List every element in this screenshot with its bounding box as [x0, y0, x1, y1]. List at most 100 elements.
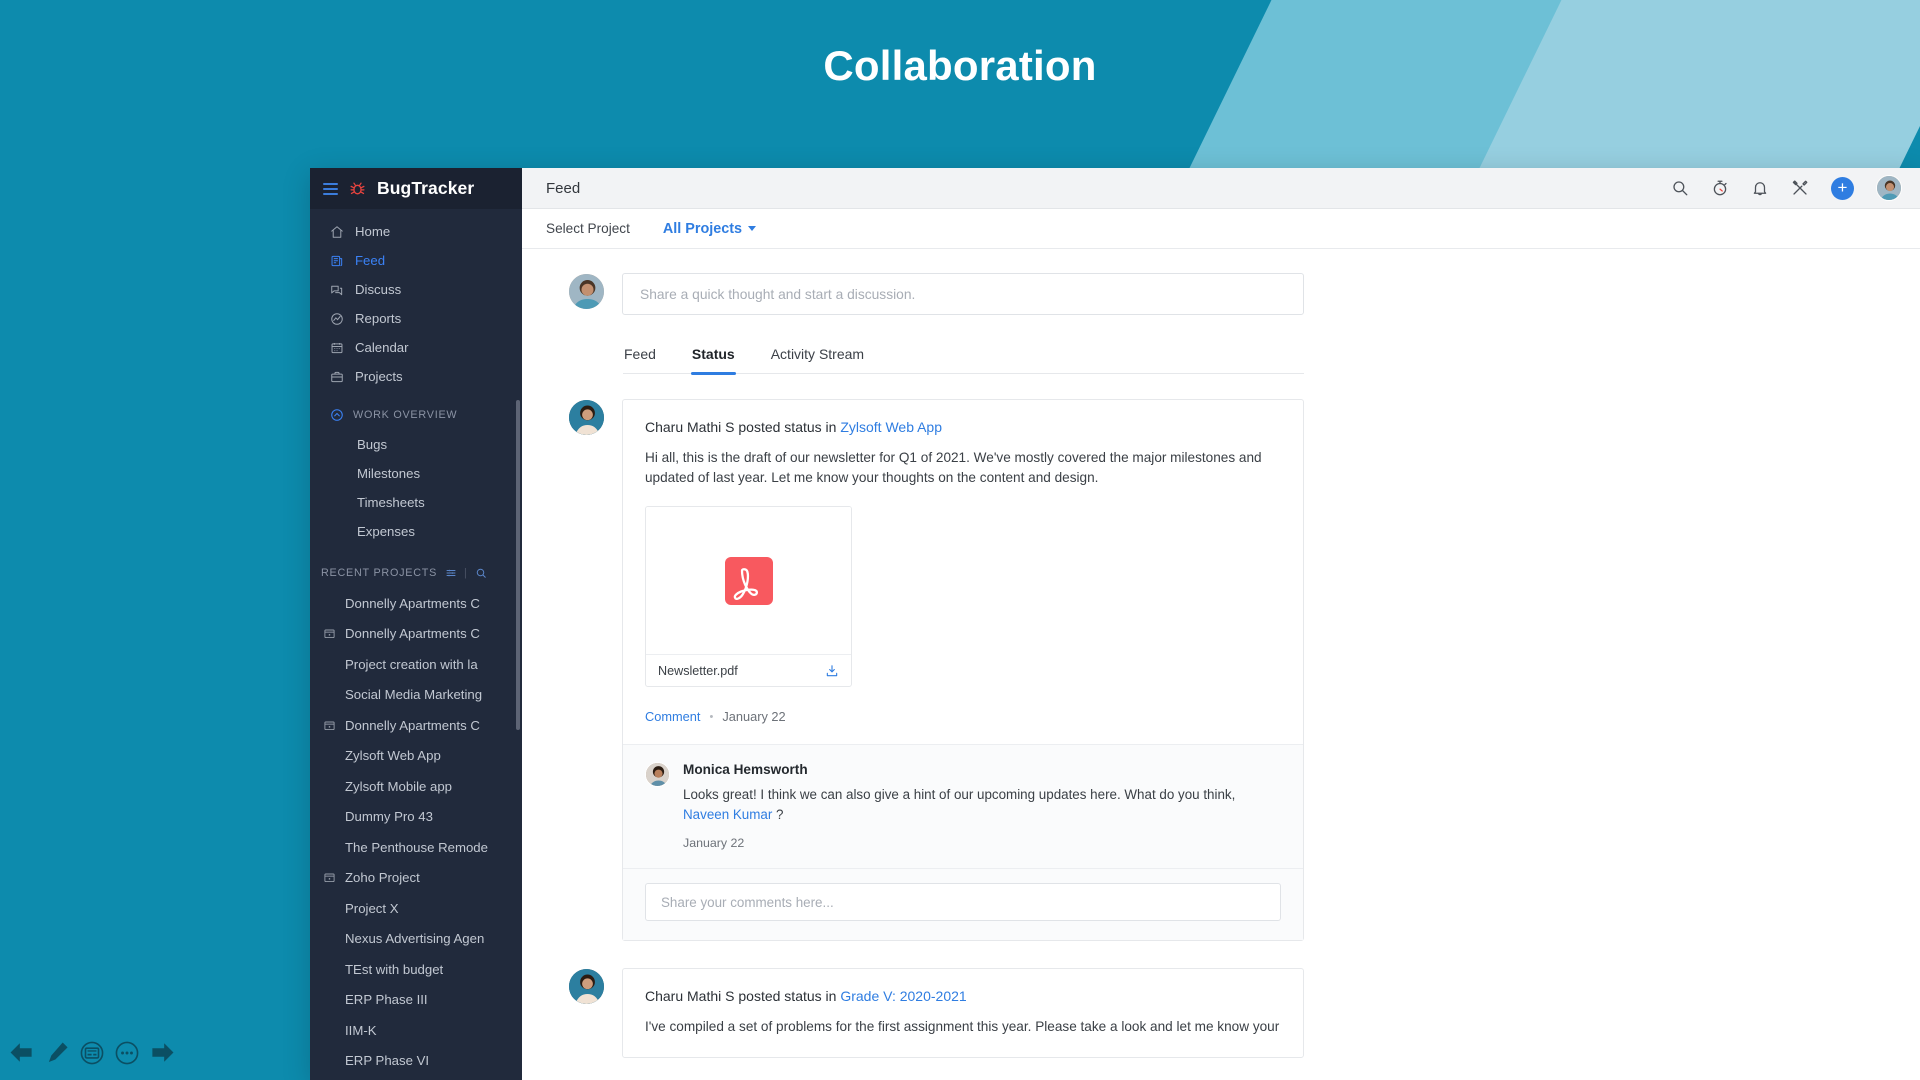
sidebar-item-timesheets[interactable]: Timesheets: [310, 488, 522, 517]
sidebar-item-milestones[interactable]: Milestones: [310, 459, 522, 488]
sidebar-item-reports[interactable]: Reports: [310, 304, 522, 333]
comment-input[interactable]: Share your comments here...: [645, 883, 1281, 922]
sidebar-project-item[interactable]: Donnelly Apartments C: [310, 710, 522, 741]
sidebar-project-item[interactable]: ERP Phase VI: [310, 1046, 522, 1077]
sidebar-project-item[interactable]: TEst with budget: [310, 954, 522, 985]
sidebar-scrollbar[interactable]: [516, 400, 520, 730]
calendar-icon: [330, 341, 344, 355]
sidebar-project-item[interactable]: Nexus Advertising Agen: [310, 924, 522, 955]
post-body: Charu Mathi S posted status in Zylsoft W…: [623, 400, 1303, 744]
arrow-right-icon[interactable]: [149, 1039, 176, 1066]
project-label: ERP Phase VI: [345, 1053, 430, 1069]
sidebar-project-item[interactable]: ERP Phase III: [310, 985, 522, 1016]
sidebar-brand: BugTracker: [310, 168, 522, 209]
bottom-toolbar: [8, 1039, 176, 1066]
project-label: Donnelly Apartments C: [345, 626, 480, 642]
feed-tabs: Feed Status Activity Stream: [623, 346, 1304, 375]
project-label: ERP Phase III: [345, 992, 428, 1008]
sidebar-project-item[interactable]: Zylsoft Mobile app: [310, 771, 522, 802]
post-project-link[interactable]: Grade V: 2020-2021: [840, 988, 966, 1004]
post-author: Charu Mathi S: [645, 988, 735, 1005]
sidebar-item-label: Discuss: [355, 282, 402, 297]
project-icon: [322, 871, 336, 885]
main-area: Feed + Select Project All Projects Share…: [522, 168, 1920, 1080]
sidebar-item-calendar[interactable]: Calendar: [310, 333, 522, 362]
sidebar-project-item[interactable]: Project creation with la: [310, 649, 522, 680]
avatar[interactable]: [568, 273, 605, 310]
sidebar-item-discuss[interactable]: Discuss: [310, 275, 522, 304]
caption-icon[interactable]: [79, 1040, 105, 1066]
post: Charu Mathi S posted status in Zylsoft W…: [568, 399, 1304, 942]
pencil-icon[interactable]: [44, 1040, 70, 1066]
reports-icon: [330, 312, 344, 326]
project-label: Donnelly Apartments C: [345, 717, 480, 733]
post-header: Charu Mathi S posted status in Zylsoft W…: [645, 419, 1281, 435]
post: Charu Mathi S posted status in Grade V: …: [568, 968, 1304, 1059]
arrow-left-icon[interactable]: [8, 1039, 35, 1066]
tab-feed[interactable]: Feed: [623, 346, 657, 373]
bug-icon: [349, 180, 366, 197]
search-icon[interactable]: [475, 567, 487, 579]
sidebar-sub-label: Milestones: [357, 466, 421, 481]
tab-activity-stream[interactable]: Activity Stream: [770, 346, 865, 373]
post-project-link[interactable]: Zylsoft Web App: [840, 419, 942, 435]
sidebar-item-label: Feed: [355, 253, 386, 268]
composer-row: Share a quick thought and start a discus…: [568, 273, 1304, 315]
avatar[interactable]: [568, 399, 605, 436]
bell-icon[interactable]: [1751, 179, 1769, 197]
project-dropdown-value: All Projects: [662, 220, 743, 237]
timer-icon[interactable]: [1711, 179, 1729, 197]
comment-box-wrapper: Share your comments here...: [623, 868, 1303, 941]
sidebar-project-item[interactable]: Donnelly Apartments C: [310, 588, 522, 619]
promo-stage: Collaboration BugTracker Home Feed Discu…: [0, 0, 1920, 1080]
page-title: Feed: [546, 179, 581, 197]
composer-placeholder: Share a quick thought and start a discus…: [640, 286, 916, 302]
top-bar: Feed +: [522, 168, 1920, 209]
sidebar-project-item[interactable]: Zoho Project: [310, 863, 522, 894]
avatar[interactable]: [568, 968, 605, 1006]
post-meta: Comment • January 22: [645, 709, 1281, 724]
tab-status[interactable]: Status: [690, 346, 736, 375]
sidebar-project-item[interactable]: Social Media Marketing: [310, 680, 522, 711]
comment: Monica Hemsworth Looks great! I think we…: [623, 744, 1303, 869]
download-icon[interactable]: [825, 664, 839, 678]
comment-text-after: ?: [772, 806, 784, 822]
filter-icon[interactable]: [445, 567, 457, 579]
avatar[interactable]: [645, 762, 670, 788]
post-text: I've compiled a set of problems for the …: [645, 1019, 1280, 1035]
sidebar-project-item[interactable]: Dummy Pro 43: [310, 802, 522, 833]
sidebar-item-bugs[interactable]: Bugs: [310, 430, 522, 459]
comment-text-before: Looks great! I think we can also give a …: [683, 787, 1236, 803]
attachment-card[interactable]: Newsletter.pdf: [645, 506, 852, 688]
composer-input[interactable]: Share a quick thought and start a discus…: [622, 273, 1304, 315]
comment-placeholder: Share your comments here...: [661, 894, 834, 910]
pdf-icon: [724, 556, 773, 605]
search-icon[interactable]: [1671, 179, 1689, 197]
comment-button[interactable]: Comment: [645, 709, 700, 724]
project-label: IIM-K: [345, 1022, 377, 1038]
sidebar-item-home[interactable]: Home: [310, 217, 522, 246]
post-body: Charu Mathi S posted status in Grade V: …: [623, 969, 1303, 1057]
sidebar-item-projects[interactable]: Projects: [310, 362, 522, 391]
sidebar-project-item[interactable]: Zylsoft Web App: [310, 741, 522, 772]
sidebar-section-work-overview[interactable]: WORK OVERVIEW: [310, 400, 522, 430]
sidebar-item-expenses[interactable]: Expenses: [310, 517, 522, 546]
sidebar-project-item[interactable]: Project X: [310, 893, 522, 924]
mention-link[interactable]: Naveen Kumar: [683, 807, 772, 822]
project-dropdown[interactable]: All Projects: [662, 220, 757, 237]
post-author: Charu Mathi S: [645, 419, 735, 435]
hamburger-icon[interactable]: [323, 182, 338, 195]
projects-icon: [330, 370, 344, 384]
sidebar: BugTracker Home Feed Discuss Reports Cal…: [310, 168, 522, 1080]
more-options-icon[interactable]: [114, 1040, 140, 1066]
sidebar-project-item[interactable]: IIM-K: [310, 1015, 522, 1046]
sidebar-project-item[interactable]: The Penthouse Remode: [310, 832, 522, 863]
sidebar-project-item[interactable]: Donnelly Apartments C: [310, 619, 522, 650]
add-button[interactable]: +: [1831, 176, 1854, 200]
tools-icon[interactable]: [1791, 179, 1809, 197]
sidebar-item-feed[interactable]: Feed: [310, 246, 522, 275]
select-project-label[interactable]: Select Project: [546, 221, 630, 236]
sidebar-scroll: Home Feed Discuss Reports Calendar Proje…: [310, 209, 522, 1076]
avatar[interactable]: [1876, 175, 1902, 201]
post-action: posted status in: [738, 419, 837, 435]
